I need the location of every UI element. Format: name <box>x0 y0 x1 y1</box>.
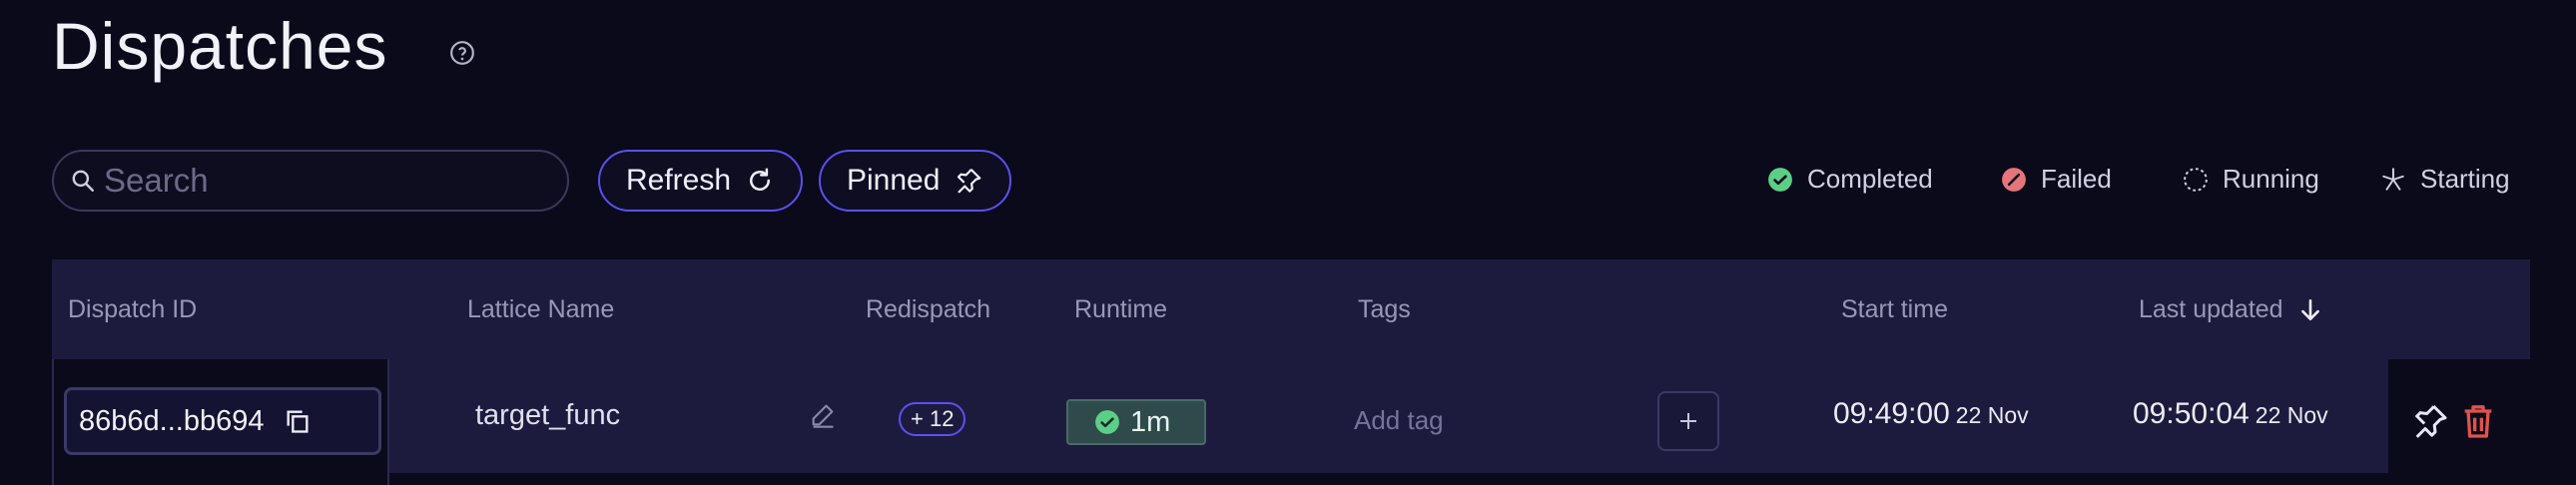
search-bar[interactable] <box>52 150 569 212</box>
last-updated: 09:50:04 22 Nov <box>2133 397 2328 430</box>
runtime-value: 1m <box>1130 405 1171 438</box>
column-redispatch[interactable]: Redispatch <box>866 295 990 324</box>
search-input[interactable] <box>102 161 545 201</box>
pin-icon <box>958 168 981 194</box>
copy-icon[interactable] <box>284 407 312 435</box>
dispatch-id-box[interactable]: 86b6d...bb694 <box>64 387 381 455</box>
edit-icon[interactable] <box>809 401 837 429</box>
column-lattice-name[interactable]: Lattice Name <box>467 295 614 324</box>
refresh-button[interactable]: Refresh <box>598 150 804 212</box>
sort-arrow-down-icon[interactable] <box>2297 297 2323 323</box>
help-icon[interactable] <box>449 40 475 66</box>
trash-icon[interactable] <box>2458 401 2498 441</box>
column-runtime[interactable]: Runtime <box>1074 295 1167 324</box>
pinned-label: Pinned <box>847 164 941 197</box>
column-last-updated[interactable]: Last updated <box>2139 295 2323 324</box>
legend-starting: Starting <box>2380 164 2510 195</box>
legend-failed: Failed <box>2001 164 2112 195</box>
start-time: 09:49:00 22 Nov <box>1833 397 2029 430</box>
add-tag-input[interactable]: Add tag <box>1354 405 1444 436</box>
pin-row-icon[interactable] <box>2410 401 2450 441</box>
dispatch-id: 86b6d...bb694 <box>79 404 265 437</box>
starting-icon <box>2382 167 2404 191</box>
column-tags[interactable]: Tags <box>1358 295 1411 324</box>
plus-icon <box>1680 413 1696 429</box>
dispatch-id-cell: 86b6d...bb694 <box>52 359 389 485</box>
pinned-button[interactable]: Pinned <box>819 150 1012 212</box>
redispatch-badge[interactable]: + 12 <box>899 402 966 436</box>
refresh-label: Refresh <box>626 164 732 197</box>
legend-running: Running <box>2183 164 2319 195</box>
running-icon <box>2184 167 2208 192</box>
column-dispatch-id[interactable]: Dispatch ID <box>68 295 197 324</box>
legend-completed: Completed <box>1767 164 1933 195</box>
search-icon <box>72 170 94 192</box>
page-title: Dispatches <box>52 9 388 83</box>
check-circle-icon <box>1768 167 1792 192</box>
check-circle-icon <box>1095 410 1119 434</box>
add-tag-button[interactable] <box>1657 391 1719 451</box>
column-start-time[interactable]: Start time <box>1841 295 1948 324</box>
table-row[interactable]: 86b6d...bb694 target_func + 12 1m Add ta… <box>52 359 2388 485</box>
failed-icon <box>2002 167 2026 192</box>
table-header: Dispatch ID Lattice Name Redispatch Runt… <box>52 259 2530 359</box>
refresh-icon <box>750 168 771 191</box>
lattice-name[interactable]: target_func <box>475 399 620 432</box>
runtime-status: 1m <box>1066 399 1206 445</box>
